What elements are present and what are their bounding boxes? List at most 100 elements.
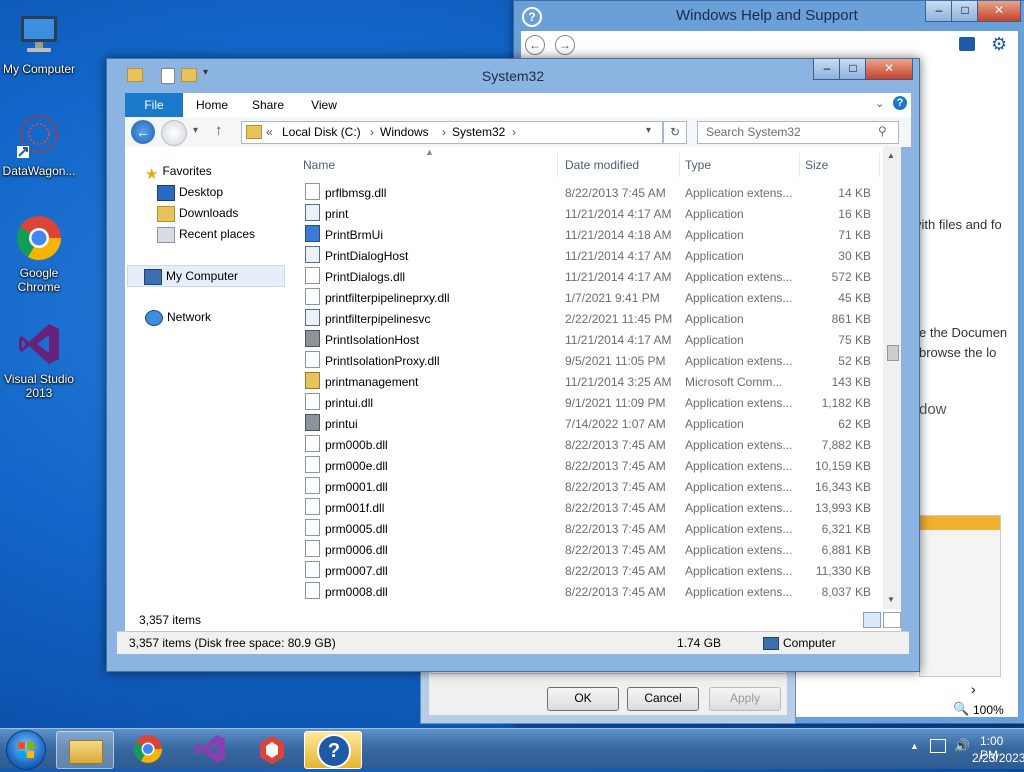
chevron-down-icon[interactable]: ⌄ <box>875 97 884 110</box>
file-row[interactable]: PrintDialogHost 11/21/2014 4:17 AM Applica… <box>285 246 901 267</box>
file-row[interactable]: print 11/21/2014 4:17 AM Application 16 KB <box>285 204 901 225</box>
breadcrumb-windows[interactable]: Windows <box>380 125 429 139</box>
gear-icon[interactable]: ⚙ <box>991 35 1007 53</box>
column-date-modified[interactable]: Date modified <box>565 155 639 175</box>
desktop-icon-my-computer[interactable]: My Computer <box>0 10 81 76</box>
address-bar: ← ▾ ↑ « Local Disk (C:) › Windows › Syst… <box>125 117 911 147</box>
show-hidden-icons-icon[interactable]: ▲ <box>910 741 919 751</box>
nav-recent-places[interactable]: Recent places <box>157 224 255 244</box>
file-type: Application extens... <box>685 354 793 368</box>
file-row[interactable]: prm001f.dll 8/22/2013 7:45 AM Application … <box>285 498 901 519</box>
forward-button[interactable]: → <box>555 35 575 55</box>
column-divider[interactable] <box>557 153 558 177</box>
file-date-modified: 8/22/2013 7:45 AM <box>565 543 666 557</box>
file-row[interactable]: printui 7/14/2022 1:07 AM Application 62 KB <box>285 414 901 435</box>
file-type: Application <box>685 417 744 431</box>
zoom-level: 100% <box>973 703 1004 717</box>
file-row[interactable]: prm0008.dll 8/22/2013 7:45 AM Application … <box>285 582 901 603</box>
nav-my-computer[interactable]: My Computer <box>127 265 285 287</box>
chevron-right-icon[interactable]: › <box>442 125 446 139</box>
nav-downloads[interactable]: Downloads <box>157 203 238 223</box>
chevron-right-icon[interactable]: › <box>370 125 374 139</box>
tab-file[interactable]: File <box>125 93 183 117</box>
maximize-button[interactable]: □ <box>951 1 979 22</box>
desktop-icon-datawagon[interactable]: DataWagon... <box>0 112 81 178</box>
zoom-icon[interactable]: 🔍 <box>953 701 969 717</box>
breadcrumb-system32[interactable]: System32 <box>452 125 505 139</box>
file-row[interactable]: printui.dll 9/1/2021 11:09 PM Application … <box>285 393 901 414</box>
desktop-icon-chrome[interactable]: Google Chrome <box>0 214 81 294</box>
forward-button[interactable] <box>161 120 187 146</box>
scroll-down-arrow-icon[interactable]: ▼ <box>887 595 895 604</box>
file-row[interactable]: PrintBrmUi 11/21/2014 4:18 AM Application 7… <box>285 225 901 246</box>
file-row[interactable]: PrintDialogs.dll 11/21/2014 4:17 AM Applic… <box>285 267 901 288</box>
desktop-icon-visual-studio[interactable]: Visual Studio 2013 <box>0 320 81 400</box>
scroll-up-arrow-icon[interactable]: ▲ <box>887 151 895 160</box>
taskbar-chrome[interactable] <box>120 731 176 767</box>
file-row[interactable]: prm0005.dll 8/22/2013 7:45 AM Application … <box>285 519 901 540</box>
column-divider[interactable] <box>679 153 680 177</box>
start-button[interactable] <box>6 730 46 770</box>
file-row[interactable]: prm0007.dll 8/22/2013 7:45 AM Application … <box>285 561 901 582</box>
large-icons-view-button[interactable] <box>883 612 901 628</box>
file-row[interactable]: prflbmsg.dll 8/22/2013 7:45 AM Application… <box>285 183 901 204</box>
search-input[interactable]: Search System32 ⚲ <box>697 121 899 144</box>
scroll-thumb[interactable] <box>887 345 899 361</box>
breadcrumb-overflow[interactable]: « <box>266 125 273 139</box>
file-name: prflbmsg.dll <box>325 186 387 200</box>
volume-icon[interactable]: 🔊 <box>954 738 970 754</box>
apply-button[interactable]: Apply <box>709 687 781 711</box>
help-icon[interactable]: ? <box>893 96 907 110</box>
refresh-button[interactable]: ↻ <box>663 121 687 144</box>
vertical-scrollbar[interactable]: ▲ ▼ <box>883 147 901 609</box>
taskbar-file-explorer[interactable] <box>56 731 114 769</box>
file-name: prm001f.dll <box>325 501 385 515</box>
cancel-button[interactable]: Cancel <box>627 687 699 711</box>
column-divider[interactable] <box>799 153 800 177</box>
column-divider[interactable] <box>879 153 880 177</box>
chevron-down-icon[interactable]: ▾ <box>646 125 651 136</box>
file-row[interactable]: printmanagement 11/21/2014 3:25 AM Microso… <box>285 372 901 393</box>
nav-favorites[interactable]: ★ Favorites <box>145 161 212 183</box>
file-row[interactable]: printfilterpipelineprxy.dll 1/7/2021 9:41… <box>285 288 901 309</box>
file-row[interactable]: prm000e.dll 8/22/2013 7:45 AM Application … <box>285 456 901 477</box>
minimize-button[interactable]: – <box>813 59 841 80</box>
up-arrow-icon[interactable]: ↑ <box>215 122 223 139</box>
ok-button[interactable]: OK <box>547 687 619 711</box>
tab-home[interactable]: Home <box>187 93 237 117</box>
maximize-button[interactable]: □ <box>839 59 867 80</box>
tab-view[interactable]: View <box>299 93 349 117</box>
taskbar-visual-studio[interactable] <box>182 731 238 767</box>
taskbar-app[interactable] <box>244 731 300 767</box>
system-tray: ▲ 🔊 1:00 PM 2/23/2023 <box>874 729 1024 769</box>
back-button[interactable]: ← <box>131 120 155 144</box>
column-name[interactable]: Name <box>303 155 335 175</box>
minimize-button[interactable]: – <box>925 1 953 22</box>
file-row[interactable]: prm0001.dll 8/22/2013 7:45 AM Application … <box>285 477 901 498</box>
close-button[interactable]: ✕ <box>977 1 1021 22</box>
nav-desktop[interactable]: Desktop <box>157 182 223 202</box>
tab-share[interactable]: Share <box>243 93 293 117</box>
file-date-modified: 8/22/2013 7:45 AM <box>565 522 666 536</box>
column-size[interactable]: Size <box>805 155 828 175</box>
file-row[interactable]: PrintIsolationHost 11/21/2014 4:17 AM Appl… <box>285 330 901 351</box>
file-row[interactable]: printfilterpipelinesvc 2/22/2021 11:45 PM… <box>285 309 901 330</box>
clock-date[interactable]: 2/23/2023 <box>972 751 1024 765</box>
explorer-window[interactable]: ▾ System32 – □ ✕ File Home Share View ⌄ … <box>106 58 920 672</box>
nav-network[interactable]: Network <box>145 307 211 327</box>
print-icon[interactable] <box>959 37 975 51</box>
close-button[interactable]: ✕ <box>865 59 913 80</box>
recent-locations-icon[interactable]: ▾ <box>193 125 198 136</box>
file-row[interactable]: PrintIsolationProxy.dll 9/5/2021 11:05 PM… <box>285 351 901 372</box>
column-type[interactable]: Type <box>685 155 711 175</box>
taskbar-help[interactable]: ? <box>304 731 362 769</box>
chevron-right-icon[interactable]: › <box>512 125 516 139</box>
chevron-right-icon[interactable]: › <box>971 681 976 697</box>
file-row[interactable]: prm000b.dll 8/22/2013 7:45 AM Application … <box>285 435 901 456</box>
network-icon[interactable] <box>930 739 946 753</box>
back-button[interactable]: ← <box>525 35 545 55</box>
details-view-button[interactable] <box>863 612 881 628</box>
file-row[interactable]: prm0006.dll 8/22/2013 7:45 AM Application … <box>285 540 901 561</box>
breadcrumb-local-disk[interactable]: Local Disk (C:) <box>282 125 361 139</box>
breadcrumb[interactable]: « Local Disk (C:) › Windows › System32 ›… <box>241 121 663 144</box>
